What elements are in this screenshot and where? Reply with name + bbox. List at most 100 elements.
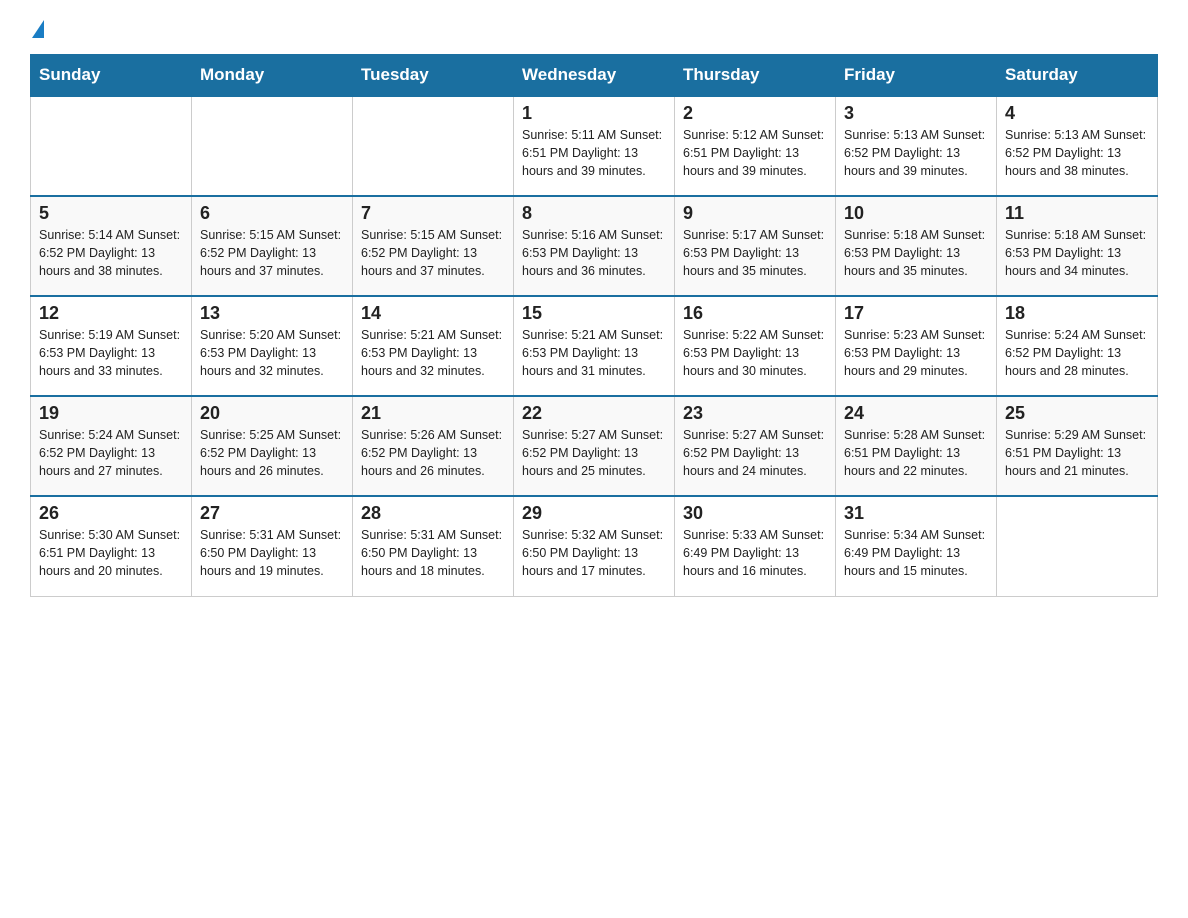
day-info: Sunrise: 5:24 AM Sunset: 6:52 PM Dayligh… xyxy=(39,426,183,480)
week-row-5: 26Sunrise: 5:30 AM Sunset: 6:51 PM Dayli… xyxy=(31,496,1158,596)
calendar-cell: 15Sunrise: 5:21 AM Sunset: 6:53 PM Dayli… xyxy=(514,296,675,396)
day-number: 12 xyxy=(39,303,183,324)
day-info: Sunrise: 5:18 AM Sunset: 6:53 PM Dayligh… xyxy=(1005,226,1149,280)
day-info: Sunrise: 5:28 AM Sunset: 6:51 PM Dayligh… xyxy=(844,426,988,480)
col-header-sunday: Sunday xyxy=(31,55,192,97)
calendar-cell: 4Sunrise: 5:13 AM Sunset: 6:52 PM Daylig… xyxy=(997,96,1158,196)
days-header-row: SundayMondayTuesdayWednesdayThursdayFrid… xyxy=(31,55,1158,97)
calendar-cell: 11Sunrise: 5:18 AM Sunset: 6:53 PM Dayli… xyxy=(997,196,1158,296)
day-number: 3 xyxy=(844,103,988,124)
day-info: Sunrise: 5:23 AM Sunset: 6:53 PM Dayligh… xyxy=(844,326,988,380)
calendar-cell: 17Sunrise: 5:23 AM Sunset: 6:53 PM Dayli… xyxy=(836,296,997,396)
calendar-cell: 20Sunrise: 5:25 AM Sunset: 6:52 PM Dayli… xyxy=(192,396,353,496)
day-info: Sunrise: 5:25 AM Sunset: 6:52 PM Dayligh… xyxy=(200,426,344,480)
day-number: 4 xyxy=(1005,103,1149,124)
week-row-1: 1Sunrise: 5:11 AM Sunset: 6:51 PM Daylig… xyxy=(31,96,1158,196)
page-header xyxy=(30,20,1158,38)
day-number: 6 xyxy=(200,203,344,224)
day-number: 18 xyxy=(1005,303,1149,324)
calendar-cell: 19Sunrise: 5:24 AM Sunset: 6:52 PM Dayli… xyxy=(31,396,192,496)
calendar-cell: 1Sunrise: 5:11 AM Sunset: 6:51 PM Daylig… xyxy=(514,96,675,196)
day-info: Sunrise: 5:30 AM Sunset: 6:51 PM Dayligh… xyxy=(39,526,183,580)
logo xyxy=(30,20,44,38)
day-number: 20 xyxy=(200,403,344,424)
day-number: 30 xyxy=(683,503,827,524)
col-header-monday: Monday xyxy=(192,55,353,97)
calendar-cell: 10Sunrise: 5:18 AM Sunset: 6:53 PM Dayli… xyxy=(836,196,997,296)
calendar-cell xyxy=(997,496,1158,596)
calendar-cell: 12Sunrise: 5:19 AM Sunset: 6:53 PM Dayli… xyxy=(31,296,192,396)
calendar-cell: 6Sunrise: 5:15 AM Sunset: 6:52 PM Daylig… xyxy=(192,196,353,296)
day-info: Sunrise: 5:14 AM Sunset: 6:52 PM Dayligh… xyxy=(39,226,183,280)
day-info: Sunrise: 5:29 AM Sunset: 6:51 PM Dayligh… xyxy=(1005,426,1149,480)
day-number: 24 xyxy=(844,403,988,424)
day-info: Sunrise: 5:32 AM Sunset: 6:50 PM Dayligh… xyxy=(522,526,666,580)
day-info: Sunrise: 5:21 AM Sunset: 6:53 PM Dayligh… xyxy=(361,326,505,380)
day-number: 11 xyxy=(1005,203,1149,224)
day-info: Sunrise: 5:31 AM Sunset: 6:50 PM Dayligh… xyxy=(361,526,505,580)
calendar-cell: 25Sunrise: 5:29 AM Sunset: 6:51 PM Dayli… xyxy=(997,396,1158,496)
calendar-cell: 8Sunrise: 5:16 AM Sunset: 6:53 PM Daylig… xyxy=(514,196,675,296)
calendar-cell: 3Sunrise: 5:13 AM Sunset: 6:52 PM Daylig… xyxy=(836,96,997,196)
calendar-cell: 26Sunrise: 5:30 AM Sunset: 6:51 PM Dayli… xyxy=(31,496,192,596)
calendar-cell: 24Sunrise: 5:28 AM Sunset: 6:51 PM Dayli… xyxy=(836,396,997,496)
col-header-tuesday: Tuesday xyxy=(353,55,514,97)
day-number: 2 xyxy=(683,103,827,124)
day-info: Sunrise: 5:15 AM Sunset: 6:52 PM Dayligh… xyxy=(361,226,505,280)
calendar-cell: 29Sunrise: 5:32 AM Sunset: 6:50 PM Dayli… xyxy=(514,496,675,596)
calendar-table: SundayMondayTuesdayWednesdayThursdayFrid… xyxy=(30,54,1158,597)
calendar-cell: 31Sunrise: 5:34 AM Sunset: 6:49 PM Dayli… xyxy=(836,496,997,596)
day-number: 16 xyxy=(683,303,827,324)
col-header-wednesday: Wednesday xyxy=(514,55,675,97)
logo-triangle-icon xyxy=(32,20,44,38)
day-info: Sunrise: 5:13 AM Sunset: 6:52 PM Dayligh… xyxy=(1005,126,1149,180)
day-number: 23 xyxy=(683,403,827,424)
calendar-cell: 18Sunrise: 5:24 AM Sunset: 6:52 PM Dayli… xyxy=(997,296,1158,396)
day-number: 27 xyxy=(200,503,344,524)
day-info: Sunrise: 5:19 AM Sunset: 6:53 PM Dayligh… xyxy=(39,326,183,380)
day-info: Sunrise: 5:27 AM Sunset: 6:52 PM Dayligh… xyxy=(683,426,827,480)
day-info: Sunrise: 5:13 AM Sunset: 6:52 PM Dayligh… xyxy=(844,126,988,180)
calendar-cell: 7Sunrise: 5:15 AM Sunset: 6:52 PM Daylig… xyxy=(353,196,514,296)
day-number: 5 xyxy=(39,203,183,224)
day-number: 19 xyxy=(39,403,183,424)
day-info: Sunrise: 5:15 AM Sunset: 6:52 PM Dayligh… xyxy=(200,226,344,280)
calendar-cell xyxy=(353,96,514,196)
day-info: Sunrise: 5:18 AM Sunset: 6:53 PM Dayligh… xyxy=(844,226,988,280)
day-info: Sunrise: 5:22 AM Sunset: 6:53 PM Dayligh… xyxy=(683,326,827,380)
day-number: 1 xyxy=(522,103,666,124)
day-info: Sunrise: 5:17 AM Sunset: 6:53 PM Dayligh… xyxy=(683,226,827,280)
day-info: Sunrise: 5:31 AM Sunset: 6:50 PM Dayligh… xyxy=(200,526,344,580)
day-number: 14 xyxy=(361,303,505,324)
day-info: Sunrise: 5:33 AM Sunset: 6:49 PM Dayligh… xyxy=(683,526,827,580)
day-number: 9 xyxy=(683,203,827,224)
day-info: Sunrise: 5:27 AM Sunset: 6:52 PM Dayligh… xyxy=(522,426,666,480)
day-number: 8 xyxy=(522,203,666,224)
day-info: Sunrise: 5:21 AM Sunset: 6:53 PM Dayligh… xyxy=(522,326,666,380)
day-info: Sunrise: 5:12 AM Sunset: 6:51 PM Dayligh… xyxy=(683,126,827,180)
day-number: 26 xyxy=(39,503,183,524)
week-row-4: 19Sunrise: 5:24 AM Sunset: 6:52 PM Dayli… xyxy=(31,396,1158,496)
day-number: 29 xyxy=(522,503,666,524)
day-number: 13 xyxy=(200,303,344,324)
calendar-cell: 14Sunrise: 5:21 AM Sunset: 6:53 PM Dayli… xyxy=(353,296,514,396)
day-number: 25 xyxy=(1005,403,1149,424)
day-number: 15 xyxy=(522,303,666,324)
calendar-cell: 5Sunrise: 5:14 AM Sunset: 6:52 PM Daylig… xyxy=(31,196,192,296)
day-number: 10 xyxy=(844,203,988,224)
day-info: Sunrise: 5:24 AM Sunset: 6:52 PM Dayligh… xyxy=(1005,326,1149,380)
calendar-cell: 9Sunrise: 5:17 AM Sunset: 6:53 PM Daylig… xyxy=(675,196,836,296)
day-info: Sunrise: 5:26 AM Sunset: 6:52 PM Dayligh… xyxy=(361,426,505,480)
calendar-cell: 27Sunrise: 5:31 AM Sunset: 6:50 PM Dayli… xyxy=(192,496,353,596)
calendar-cell: 21Sunrise: 5:26 AM Sunset: 6:52 PM Dayli… xyxy=(353,396,514,496)
calendar-cell: 23Sunrise: 5:27 AM Sunset: 6:52 PM Dayli… xyxy=(675,396,836,496)
week-row-2: 5Sunrise: 5:14 AM Sunset: 6:52 PM Daylig… xyxy=(31,196,1158,296)
calendar-cell: 2Sunrise: 5:12 AM Sunset: 6:51 PM Daylig… xyxy=(675,96,836,196)
day-info: Sunrise: 5:16 AM Sunset: 6:53 PM Dayligh… xyxy=(522,226,666,280)
day-info: Sunrise: 5:20 AM Sunset: 6:53 PM Dayligh… xyxy=(200,326,344,380)
day-number: 31 xyxy=(844,503,988,524)
calendar-cell: 13Sunrise: 5:20 AM Sunset: 6:53 PM Dayli… xyxy=(192,296,353,396)
col-header-saturday: Saturday xyxy=(997,55,1158,97)
day-info: Sunrise: 5:34 AM Sunset: 6:49 PM Dayligh… xyxy=(844,526,988,580)
calendar-cell xyxy=(192,96,353,196)
